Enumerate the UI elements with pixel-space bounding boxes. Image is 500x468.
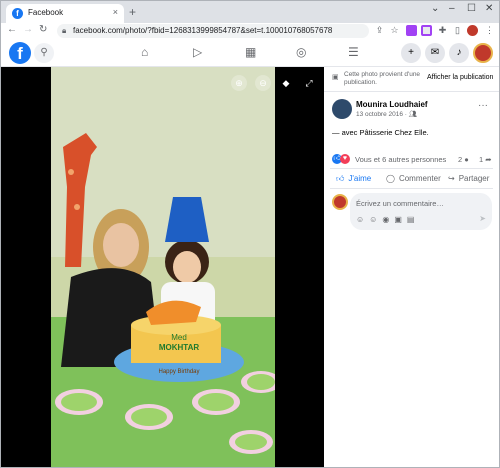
new-tab-button[interactable]: + [129, 5, 136, 19]
divider [330, 188, 493, 189]
facebook-favicon-icon: f [12, 8, 23, 19]
close-window-button[interactable]: ✕ [485, 3, 493, 14]
post-panel: ▣ Cette photo provient d'une publication… [324, 67, 499, 467]
commenter-avatar[interactable] [332, 194, 348, 210]
cake-text-birthday: Happy Birthday [158, 369, 199, 375]
groups-icon[interactable]: ◎ [296, 45, 306, 59]
forward-arrow-icon[interactable]: → [23, 24, 33, 35]
sticker-icon[interactable]: ▤ [407, 215, 420, 224]
emoji-icon[interactable]: ☺ [369, 215, 382, 224]
author-name[interactable]: Mounira Loudhaief [356, 100, 428, 109]
comment-icon: ◯ [386, 174, 395, 183]
marketplace-icon[interactable]: ▦ [245, 45, 256, 59]
photo-viewer: Med MOKHTAR Happy Birthday ⊕ ⊖ ◆ ⤢ [1, 67, 324, 467]
divider [330, 168, 493, 169]
tab-title: Facebook [28, 8, 64, 17]
account-avatar[interactable] [473, 43, 493, 63]
comment-tools: ☺☺◉▣▤ [356, 215, 419, 224]
like-button[interactable]: 👍︎ J'aime [336, 174, 371, 184]
love-reaction-icon[interactable]: ♥ [340, 154, 350, 164]
minimize-button[interactable]: – [449, 3, 455, 14]
share-label: Partager [458, 174, 490, 183]
share-button[interactable]: ↪ Partager [448, 174, 489, 183]
more-options-button[interactable]: ··· [478, 100, 488, 111]
photo-illustration: Med MOKHTAR Happy Birthday [51, 67, 275, 467]
divider [324, 91, 499, 92]
shares-count-value: 1 [479, 155, 484, 164]
author-avatar[interactable] [332, 99, 352, 119]
zoom-in-icon[interactable]: ⊕ [231, 75, 247, 91]
menu-icon[interactable]: ☰ [348, 45, 359, 59]
browser-window: f Facebook × + ⌄ – ☐ ✕ ← → ↻ 🔒︎ facebook… [0, 0, 500, 468]
notice-text: Cette photo provient d'une publication. [344, 71, 421, 86]
messenger-icon[interactable]: ✉ [425, 43, 445, 63]
birthday-photo: Med MOKHTAR Happy Birthday [51, 67, 275, 467]
comments-count-value: 2 [458, 155, 463, 164]
share-icon[interactable]: ⇪ [374, 25, 385, 36]
reactions-summary[interactable]: Vous et 6 autres personnes [355, 155, 446, 164]
kebab-menu-icon[interactable]: ⋮ [484, 25, 495, 36]
comment-bubble-icon: ● [464, 155, 469, 164]
notifications-bell-icon[interactable]: ♪ [449, 43, 469, 63]
info-icon: ▣ [332, 74, 339, 81]
avatar-sticker-icon[interactable]: ☺ [356, 215, 369, 224]
tab-strip: f Facebook × + ⌄ – ☐ ✕ [1, 1, 499, 23]
comment-button[interactable]: ◯ Commenter [386, 174, 441, 183]
lock-icon: 🔒︎ [62, 26, 67, 35]
comment-label: Commenter [398, 174, 441, 183]
share-icon: ↪ [448, 174, 455, 183]
bookmark-star-icon[interactable]: ☆ [389, 25, 400, 36]
browser-toolbar: ← → ↻ 🔒︎ facebook.com/photo/?fbid=126831… [1, 23, 499, 39]
tag-icon[interactable]: ◆ [278, 75, 294, 91]
profile-avatar-icon[interactable] [467, 25, 478, 36]
extension-icon[interactable] [406, 25, 417, 36]
gif-icon[interactable]: ▣ [394, 215, 407, 224]
share-arrow-icon: ➦ [485, 155, 492, 164]
create-plus-icon[interactable]: + [401, 43, 421, 63]
reload-icon[interactable]: ↻ [39, 24, 47, 35]
send-icon[interactable]: ➤ [479, 214, 486, 223]
video-icon[interactable]: ▷ [193, 45, 202, 59]
comments-count[interactable]: 2 ● [458, 155, 469, 164]
back-arrow-icon[interactable]: ← [7, 24, 17, 35]
shares-count[interactable]: 1 ➦ [479, 155, 492, 164]
facebook-header: f ⚲ ⌂ ▷ ▦ ◎ ☰ + ✉ ♪ [1, 39, 499, 67]
show-publication-link[interactable]: Afficher la publication [427, 74, 493, 81]
maximize-button[interactable]: ☐ [467, 3, 476, 14]
cake-text-name: Med [171, 333, 187, 342]
zoom-out-icon[interactable]: ⊖ [255, 75, 271, 91]
comment-input[interactable]: Écrivez un commentaire… ☺☺◉▣▤ ➤ [350, 193, 492, 230]
friends-audience-icon: 👥︎ [408, 111, 418, 118]
puzzle-icon[interactable]: ✚ [437, 25, 448, 36]
address-bar[interactable]: 🔒︎ facebook.com/photo/?fbid=126831399985… [57, 24, 369, 38]
thumbs-up-icon: 👍︎ [336, 174, 345, 183]
search-icon[interactable]: ⚲ [34, 43, 54, 63]
camera-icon[interactable]: ◉ [382, 215, 394, 224]
fullscreen-icon[interactable]: ⤢ [301, 75, 317, 91]
cake-text-surname: MOKHTAR [159, 343, 200, 352]
facebook-logo[interactable]: f [9, 42, 31, 64]
tab-facebook[interactable]: f Facebook × [6, 4, 124, 23]
date-text: 13 octobre 2016 · [356, 111, 409, 118]
post-caption: — avec Pâtisserie Chez Elle. [332, 128, 429, 137]
post-date[interactable]: 13 octobre 2016 · 👥︎ [356, 110, 417, 118]
chevron-down-icon[interactable]: ⌄ [431, 3, 439, 14]
home-icon[interactable]: ⌂ [141, 45, 148, 59]
extension-icon[interactable] [421, 25, 432, 36]
comment-placeholder: Écrivez un commentaire… [356, 199, 444, 208]
like-label: J'aime [348, 174, 372, 183]
url-text: facebook.com/photo/?fbid=126831399985478… [73, 26, 333, 35]
sidepanel-icon[interactable]: ▯ [452, 25, 463, 36]
tab-close-icon[interactable]: × [113, 7, 118, 17]
